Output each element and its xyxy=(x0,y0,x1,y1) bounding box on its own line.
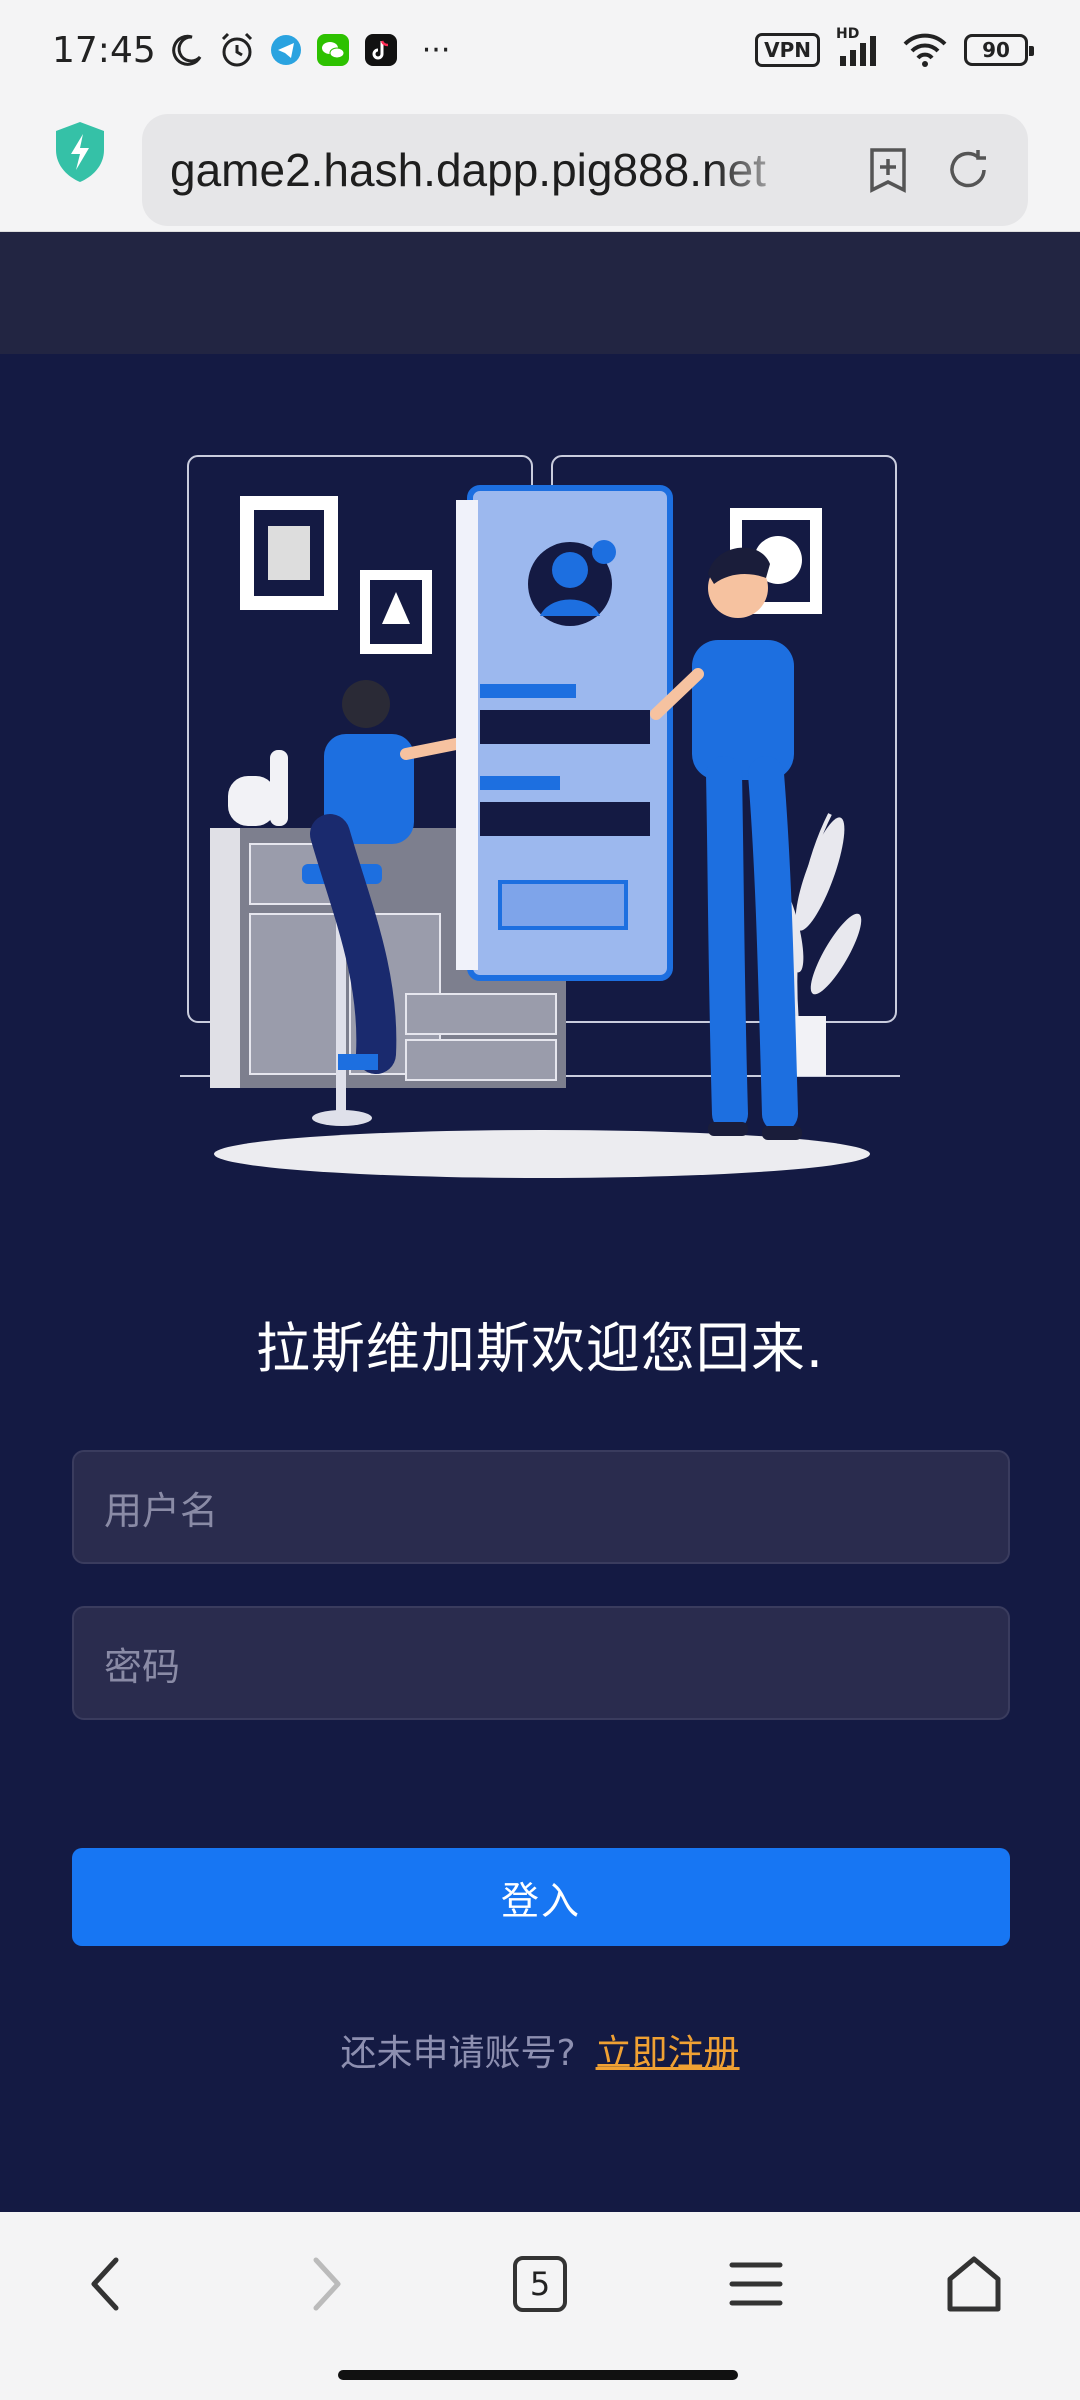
refresh-icon[interactable] xyxy=(942,144,994,196)
username-placeholder: 用户名 xyxy=(104,1488,219,1533)
page-header xyxy=(0,232,1080,354)
login-illustration xyxy=(180,455,900,1178)
username-input[interactable]: 用户名 xyxy=(72,1450,1010,1564)
address-bar[interactable]: game2.hash.dapp.pig888.net xyxy=(142,114,1028,226)
chevron-left-icon[interactable] xyxy=(64,2242,148,2326)
tiktok-icon xyxy=(364,33,398,67)
home-icon[interactable] xyxy=(932,2242,1016,2326)
tab-count: 5 xyxy=(513,2256,567,2312)
alarm-icon xyxy=(218,31,256,69)
url-text[interactable]: game2.hash.dapp.pig888.net xyxy=(170,143,800,197)
register-prompt: 还未申请账号? 立即注册 xyxy=(0,2024,1080,2076)
tabs-button[interactable]: 5 xyxy=(498,2242,582,2326)
shield-bolt-icon[interactable] xyxy=(52,120,108,184)
login-button[interactable]: 登入 xyxy=(72,1848,1010,1946)
bookmark-add-icon[interactable] xyxy=(862,144,914,196)
password-placeholder: 密码 xyxy=(104,1644,181,1689)
welcome-heading: 拉斯维加斯欢迎您回来. xyxy=(255,1317,825,1380)
battery-icon: 90 xyxy=(964,34,1034,66)
signal-label: HD xyxy=(836,26,860,42)
wechat-icon xyxy=(316,33,350,67)
password-input[interactable]: 密码 xyxy=(72,1606,1010,1720)
no-account-text: 还未申请账号? xyxy=(340,2033,576,2074)
vpn-badge: VPN xyxy=(755,33,820,67)
hamburger-icon[interactable] xyxy=(714,2242,798,2326)
telegram-icon xyxy=(270,34,302,66)
browser-toolbar: game2.hash.dapp.pig888.net xyxy=(0,100,1080,232)
register-link[interactable]: 立即注册 xyxy=(596,2033,740,2074)
more-icon: ··· xyxy=(421,32,451,68)
login-page: 拉斯维加斯欢迎您回来. 用户名 密码 登入 还未申请账号? 立即注册 xyxy=(0,354,1080,2212)
signal-icon: HD xyxy=(836,26,886,68)
chevron-right-icon[interactable] xyxy=(284,2242,368,2326)
home-indicator[interactable] xyxy=(338,2370,738,2380)
moon-icon xyxy=(170,33,204,67)
status-time: 17:45 xyxy=(52,29,156,71)
status-bar: 17:45 ··· VPN HD 90 xyxy=(0,0,1080,100)
wifi-icon xyxy=(902,32,948,68)
